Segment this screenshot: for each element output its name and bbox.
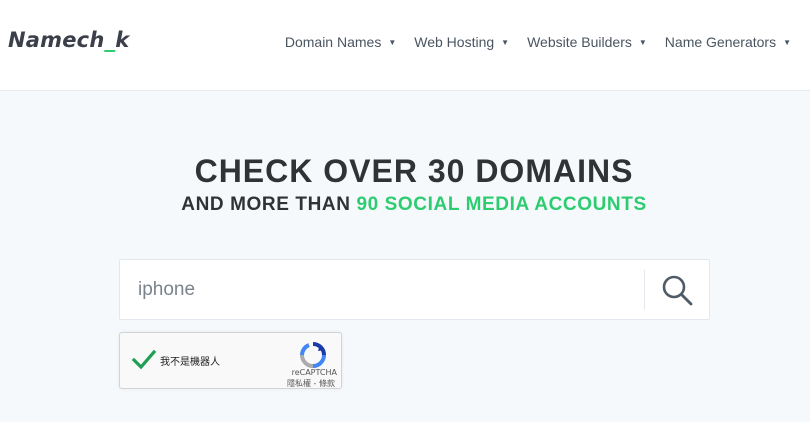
nav-item-name-generators[interactable]: Name Generators ▼ <box>656 34 800 50</box>
hero-subtitle: AND MORE THAN 90 SOCIAL MEDIA ACCOUNTS <box>0 194 810 216</box>
search-divider <box>644 270 645 310</box>
caret-down-icon: ▼ <box>638 37 647 47</box>
recaptcha-logo-icon <box>300 342 326 368</box>
nav-label: Website Builders <box>527 34 632 50</box>
caret-down-icon: ▼ <box>388 37 397 47</box>
nav-label: Domain Names <box>284 34 382 50</box>
recaptcha-brand: reCAPTCHA <box>291 368 337 377</box>
nav-item-web-hosting[interactable]: Web Hosting ▼ <box>405 34 518 50</box>
hero-title-light: CHECK OVER <box>194 153 428 189</box>
recaptcha-privacy-terms-link[interactable]: 隱私權 - 條款 <box>287 378 335 389</box>
search-button[interactable] <box>650 268 704 312</box>
checkmark-icon <box>131 349 157 370</box>
site-logo[interactable]: Namech_k <box>8 28 129 52</box>
hero-subtitle-accent: 90 SOCIAL MEDIA ACCOUNTS <box>356 194 647 215</box>
hero-title: CHECK OVER 30 DOMAINS <box>0 153 810 190</box>
main-nav: Domain Names ▼ Web Hosting ▼ Website Bui… <box>276 34 800 50</box>
recaptcha-checkbox[interactable] <box>131 347 157 373</box>
hero-subtitle-start: AND MORE THAN <box>181 194 357 215</box>
nav-label: Web Hosting <box>414 34 495 50</box>
recaptcha-widget: 我不是機器人 reCAPTCHA 隱私權 - 條款 <box>119 332 342 389</box>
logo-underscore: _ <box>104 28 116 52</box>
site-header: Namech_k Domain Names ▼ Web Hosting ▼ We… <box>0 0 810 91</box>
logo-text-end: k <box>115 28 130 52</box>
caret-down-icon: ▼ <box>783 37 791 47</box>
nav-label: Name Generators <box>664 34 777 50</box>
caret-down-icon: ▼ <box>501 37 510 47</box>
domain-search-input[interactable] <box>120 260 644 319</box>
hero-title-bold: 30 DOMAINS <box>427 153 634 189</box>
nav-item-website-builders[interactable]: Website Builders ▼ <box>518 34 656 50</box>
search-icon <box>662 275 693 306</box>
domain-search-box <box>119 259 710 320</box>
nav-item-domain-names[interactable]: Domain Names ▼ <box>276 34 405 50</box>
logo-text-start: Namech <box>8 28 105 52</box>
recaptcha-label: 我不是機器人 <box>160 357 220 368</box>
